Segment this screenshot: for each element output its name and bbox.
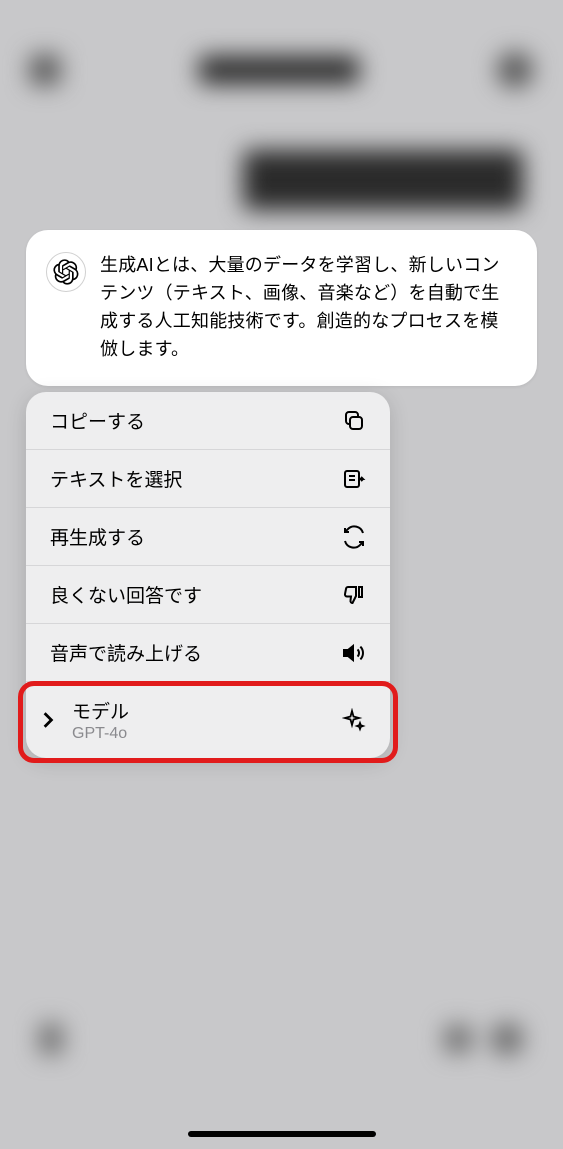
- refresh-icon: [342, 525, 366, 549]
- home-indicator: [188, 1131, 376, 1137]
- speaker-icon: [342, 641, 366, 665]
- menu-read-aloud[interactable]: 音声で読み上げる: [26, 624, 390, 682]
- chevron-right-icon: [42, 711, 54, 729]
- menu-model[interactable]: モデル GPT-4o: [26, 682, 390, 758]
- menu-bad-response-label: 良くない回答です: [50, 581, 202, 608]
- menu-bad-response[interactable]: 良くない回答です: [26, 566, 390, 624]
- sparkle-icon: [342, 708, 366, 732]
- thumbs-down-icon: [342, 583, 366, 607]
- menu-model-label: モデル: [72, 697, 129, 724]
- menu-copy-label: コピーする: [50, 407, 145, 434]
- menu-select-text[interactable]: テキストを選択: [26, 450, 390, 508]
- copy-icon: [342, 409, 366, 433]
- menu-copy[interactable]: コピーする: [26, 392, 390, 450]
- assistant-message-card: 生成AIとは、大量のデータを学習し、新しいコンテンツ（テキスト、画像、音楽など）…: [26, 230, 537, 386]
- menu-read-aloud-label: 音声で読み上げる: [50, 639, 202, 666]
- assistant-message-text: 生成AIとは、大量のデータを学習し、新しいコンテンツ（テキスト、画像、音楽など）…: [100, 252, 515, 364]
- context-menu: コピーする テキストを選択 再生成する: [26, 392, 390, 758]
- select-text-icon: [342, 467, 366, 491]
- assistant-avatar: [46, 252, 86, 292]
- menu-select-text-label: テキストを選択: [50, 465, 182, 492]
- menu-regenerate-label: 再生成する: [50, 523, 145, 550]
- openai-logo-icon: [53, 259, 79, 285]
- menu-regenerate[interactable]: 再生成する: [26, 508, 390, 566]
- menu-model-value: GPT-4o: [72, 725, 129, 743]
